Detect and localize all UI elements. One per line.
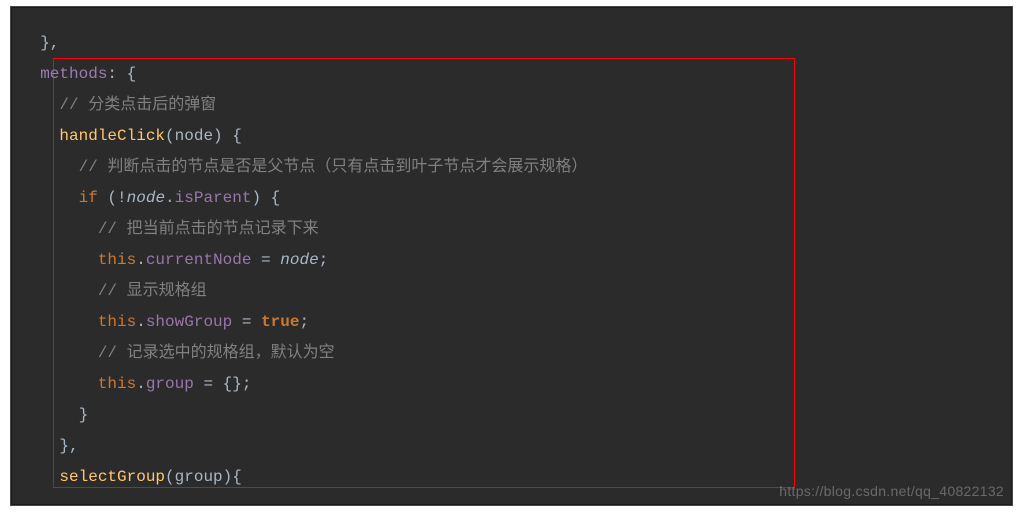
keyword-this: this [98,375,136,393]
prop-isParent: isParent [175,189,252,207]
comment-line: // 把当前点击的节点记录下来 [98,220,319,238]
code-line [21,34,40,52]
semicolon: ; [242,375,252,393]
dot: . [136,251,146,269]
param-node: node [175,127,213,145]
identifier-node: node [127,189,165,207]
code-line [21,158,40,176]
code-line [21,313,40,331]
code-line [21,96,40,114]
open-brace: { [223,127,242,145]
code-line [21,189,40,207]
code-line [21,468,40,486]
bang: ! [117,189,127,207]
code-line [21,375,40,393]
close-paren: ) [251,189,261,207]
code-line [21,220,40,238]
semicolon: ; [299,313,309,331]
comment-line: // 分类点击后的弹窗 [59,96,216,114]
equals: = [251,251,280,269]
dot: . [136,313,146,331]
brace-close-comma: }, [59,437,78,455]
keyword-this: this [98,251,136,269]
code-block: }, methods: { // 分类点击后的弹窗 handleClick(no… [11,6,1012,493]
code-line [21,65,40,83]
keyword-if: if [79,189,98,207]
param-group: group [175,468,223,486]
open-paren: ( [165,468,175,486]
method-name: selectGroup [59,468,165,486]
equals: = [232,313,261,331]
dot: . [165,189,175,207]
prop-showGroup: showGroup [146,313,232,331]
close-paren: ) [213,127,223,145]
code-editor: }, methods: { // 分类点击后的弹窗 handleClick(no… [10,6,1013,506]
methods-key: methods [40,65,107,83]
prop-currentNode: currentNode [146,251,252,269]
open-paren: ( [165,127,175,145]
colon-brace: : { [107,65,136,83]
open-paren: ( [107,189,117,207]
comment-line: // 判断点击的节点是否是父节点（只有点击到叶子节点才会展示规格） [79,158,588,176]
prop-group: group [146,375,194,393]
comment-line: // 记录选中的规格组，默认为空 [98,344,335,362]
assign-empty-obj: = {} [194,375,242,393]
code-line [21,344,40,362]
close-paren-brace: ){ [223,468,242,486]
semicolon: ; [319,251,329,269]
space [98,189,108,207]
dot: . [136,375,146,393]
code-line [21,406,40,424]
code-line [21,282,40,300]
comment-line: // 显示规格组 [98,282,207,300]
brace-close-comma: }, [40,34,59,52]
bool-true: true [261,313,299,331]
code-line [21,437,40,455]
watermark-text: https://blog.csdn.net/qq_40822132 [779,483,1004,499]
keyword-this: this [98,313,136,331]
open-brace: { [261,189,280,207]
brace-close: } [79,406,89,424]
code-line [21,127,40,145]
identifier-node: node [280,251,318,269]
method-name: handleClick [59,127,165,145]
code-line [21,251,40,269]
